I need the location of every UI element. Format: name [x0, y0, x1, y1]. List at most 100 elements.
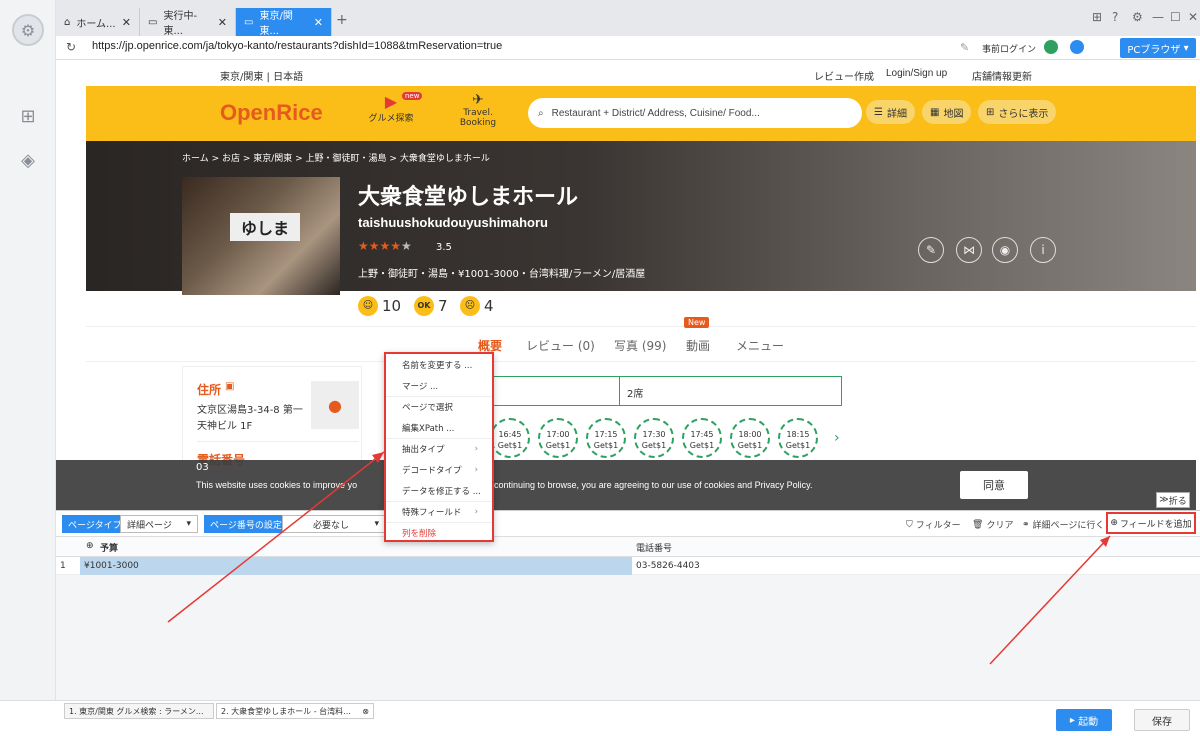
table-row[interactable]: 1 ¥1001-3000 03-5826-4403	[56, 557, 1200, 575]
plane-icon: ✈	[472, 92, 484, 108]
time-slot[interactable]: 16:45 Get$1	[490, 418, 530, 458]
tab-running[interactable]: ▭ 実行中-東... ✕	[140, 8, 236, 37]
refresh-icon[interactable]: ↻	[66, 40, 76, 54]
column-budget[interactable]: 予算	[100, 541, 118, 554]
go-detail-button[interactable]: ⚭ 詳細ページに行く	[1022, 518, 1104, 532]
slot-time: 17:15	[594, 430, 618, 439]
menu-item-merge[interactable]: マージ ...	[386, 375, 492, 396]
time-slot[interactable]: 17:45 Get$1	[682, 418, 722, 458]
tab-home[interactable]: ⌂ ホーム... ✕	[56, 8, 140, 36]
close-icon[interactable]: ✕	[122, 16, 131, 29]
time-slot[interactable]: 17:30 Get$1	[634, 418, 674, 458]
tab-video[interactable]: 動画	[686, 337, 710, 354]
maximize-icon[interactable]: ☐	[1170, 10, 1181, 24]
phone-partial: 03	[196, 462, 209, 473]
agree-label: 同意	[983, 479, 1005, 492]
task-tab-2[interactable]: 2. 大衆食堂ゆしまホール - 台湾料... ⊗	[216, 703, 374, 719]
menu-item-delete-column[interactable]: 列を削除	[386, 522, 492, 543]
breadcrumb[interactable]: ホーム > お店 > 東京/関東 > 上野・御徒町・湯島 > 大衆食堂ゆしまホー…	[182, 151, 490, 164]
time-slot[interactable]: 17:15 Get$1	[586, 418, 626, 458]
fold-button[interactable]: ≫ 折る	[1156, 492, 1190, 508]
restaurant-name: 大衆食堂ゆしまホール	[358, 185, 579, 210]
task-tab-1[interactable]: 1. 東京/関東 グルメ検索 : ラーメン...	[64, 703, 214, 719]
region-selector[interactable]: 東京/関東 | 日本語	[220, 68, 303, 83]
add-field-button[interactable]: ⊕ フィールドを追加	[1106, 512, 1196, 534]
gift-icon[interactable]: ⊞	[1092, 10, 1102, 24]
bookmark-icon[interactable]: ✎	[918, 237, 944, 263]
restaurant-photo[interactable]: ゆしま	[182, 177, 340, 295]
camera-icon[interactable]: ◉	[992, 237, 1018, 263]
ok-icon: OK	[414, 296, 434, 316]
pc-browser-button[interactable]: PCブラウザ ▾	[1120, 38, 1196, 58]
row-index: 1	[60, 561, 66, 571]
close-icon[interactable]: ⊗	[362, 707, 369, 716]
close-icon[interactable]: ✕	[314, 16, 323, 29]
tab-label: ホーム...	[76, 18, 116, 30]
slot-time: 17:00	[546, 430, 570, 439]
cell-budget[interactable]: ¥1001-3000	[84, 561, 139, 571]
map-button[interactable]: ▦ 地図	[922, 100, 972, 124]
menu-item-rename[interactable]: 名前を変更する ...	[386, 354, 492, 375]
menu-item-special-field[interactable]: 特殊フィールド ›	[386, 501, 492, 522]
close-window-icon[interactable]: ✕	[1188, 10, 1198, 24]
minimize-icon[interactable]: —	[1152, 10, 1164, 24]
close-icon[interactable]: ✕	[218, 16, 227, 29]
menu-item-modify-data[interactable]: データを修正する ...	[386, 480, 492, 501]
tab-photos[interactable]: 写真 (99)	[614, 337, 666, 354]
status-icon[interactable]	[1044, 40, 1058, 54]
time-slot[interactable]: 18:00 Get$1	[730, 418, 770, 458]
sad-icon: ☹	[460, 296, 480, 316]
tab-reviews[interactable]: レビュー (0)	[526, 337, 595, 354]
slot-label: Get$1	[737, 441, 763, 450]
new-task-icon[interactable]: ⊞	[18, 106, 38, 127]
clear-button[interactable]: 🗑 クリア	[972, 518, 1013, 532]
fold-icon: ≫	[1159, 495, 1169, 505]
travel-booking-nav[interactable]: ✈ Travel. Booking	[448, 92, 508, 128]
edit-icon[interactable]: ✎	[960, 41, 969, 54]
layers-icon[interactable]: ◈	[18, 150, 38, 171]
more-button[interactable]: ⊞ さらに表示	[978, 100, 1057, 124]
map-pin-icon[interactable]: ●	[311, 381, 359, 429]
menu-item-edit-xpath[interactable]: 編集XPath ...	[386, 417, 492, 438]
column-phone[interactable]: 電話番号	[636, 541, 672, 554]
menu-item-extract-type[interactable]: 抽出タイプ ›	[386, 438, 492, 459]
preorder-login[interactable]: 事前ログイン	[982, 42, 1036, 55]
account-icon[interactable]	[1070, 40, 1084, 54]
run-button[interactable]: ▸ 起動	[1056, 709, 1112, 731]
openrice-logo[interactable]: OpenRice	[220, 100, 323, 126]
url-field[interactable]: https://jp.openrice.com/ja/tokyo-kanto/r…	[92, 40, 502, 52]
login-link[interactable]: Login/Sign up	[886, 68, 947, 79]
help-icon[interactable]: ?	[1112, 10, 1118, 24]
slot-label: Get$1	[593, 441, 619, 450]
page-type-select[interactable]: 詳細ページ ▾	[120, 515, 198, 533]
task-tab-label: 2. 大衆食堂ゆしまホール - 台湾料...	[221, 706, 351, 716]
chevron-right-icon[interactable]: ›	[834, 430, 840, 446]
gourmet-nav[interactable]: ▶ new グルメ探索	[356, 92, 426, 124]
search-input[interactable]: ⌕ Restaurant + District/ Address, Cuisin…	[528, 98, 862, 128]
crosshair-icon[interactable]: ⊕	[86, 541, 94, 551]
tab-label: 実行中-東...	[163, 11, 198, 37]
menu-item-decode-type[interactable]: デコードタイプ ›	[386, 459, 492, 480]
restaurant-hero: ホーム > お店 > 東京/関東 > 上野・御徒町・湯島 > 大衆食堂ゆしまホー…	[86, 141, 1196, 295]
gear-icon[interactable]: ⚙	[1132, 10, 1143, 24]
page-icon: ▭	[148, 16, 158, 28]
tab-menu[interactable]: メニュー	[736, 337, 784, 354]
menu-item-select-in-page[interactable]: ページで選択	[386, 396, 492, 417]
page-num-select[interactable]: 必要なし ▾	[282, 515, 386, 533]
cell-phone[interactable]: 03-5826-4403	[636, 561, 700, 571]
time-slot[interactable]: 18:15 Get$1	[778, 418, 818, 458]
new-tab-icon[interactable]: +	[336, 12, 348, 28]
restaurant-meta: 上野・御徒町・湯島・¥1001-3000・台湾料理/ラーメン/居酒屋	[358, 269, 646, 280]
address-title: 住所	[197, 383, 222, 397]
agree-button[interactable]: 同意	[960, 471, 1028, 499]
tab-tokyo[interactable]: ▭ 東京/関東... ✕	[236, 8, 332, 37]
info-icon[interactable]: i	[1030, 237, 1056, 263]
page-num-value: 必要なし	[313, 520, 350, 531]
shop-update-link[interactable]: 店舗情報更新	[972, 68, 1032, 83]
detail-button[interactable]: ☰ 詳細	[866, 100, 915, 124]
share-icon[interactable]: ⋈	[956, 237, 982, 263]
save-button[interactable]: 保存	[1134, 709, 1190, 731]
time-slot[interactable]: 17:00 Get$1	[538, 418, 578, 458]
review-link[interactable]: レビュー作成	[814, 68, 874, 83]
filter-button[interactable]: ⛉ フィルター	[906, 518, 961, 532]
